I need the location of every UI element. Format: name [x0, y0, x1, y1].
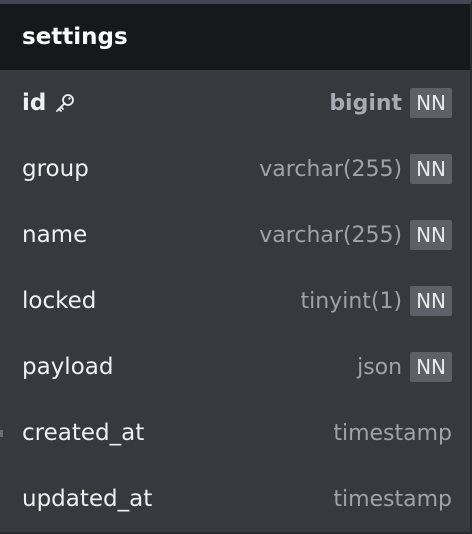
not-null-badge: NN	[410, 88, 452, 118]
column-type: varchar(255)	[259, 156, 403, 182]
column-row-locked[interactable]: locked tinyint(1) NN	[0, 268, 470, 334]
column-meta: varchar(255) NN	[259, 154, 452, 184]
table-card[interactable]: settings id bigint NN group varchar(255)…	[0, 0, 472, 534]
column-name: locked	[22, 288, 97, 314]
column-name-wrapper: id	[22, 90, 76, 116]
table-name: settings	[22, 24, 128, 50]
not-null-badge: NN	[410, 352, 452, 382]
column-type: varchar(255)	[259, 222, 403, 248]
column-row-updated-at[interactable]: updated_at timestamp	[0, 466, 470, 532]
key-icon	[54, 92, 76, 114]
column-type: timestamp	[333, 420, 452, 446]
column-name: name	[22, 222, 88, 248]
column-row-payload[interactable]: payload json NN	[0, 334, 470, 400]
column-type: bigint	[329, 90, 403, 116]
column-name: payload	[22, 354, 114, 380]
column-name: group	[22, 156, 89, 182]
column-meta: json NN	[357, 352, 452, 382]
column-meta: timestamp	[333, 421, 452, 446]
column-list: id bigint NN group varchar(255) NN name …	[0, 70, 470, 532]
column-type: timestamp	[333, 486, 452, 512]
column-meta: bigint NN	[329, 88, 452, 118]
column-name: created_at	[22, 420, 145, 446]
column-row-group[interactable]: group varchar(255) NN	[0, 136, 470, 202]
column-name: updated_at	[22, 486, 153, 512]
column-meta: timestamp	[333, 487, 452, 512]
column-meta: tinyint(1) NN	[301, 286, 452, 316]
column-name: id	[22, 90, 47, 116]
column-row-created-at[interactable]: created_at timestamp	[0, 400, 470, 466]
column-type: tinyint(1)	[300, 288, 403, 314]
relation-connector-stub	[0, 430, 3, 437]
not-null-badge: NN	[410, 286, 452, 316]
column-row-name[interactable]: name varchar(255) NN	[0, 202, 470, 268]
not-null-badge: NN	[410, 220, 452, 250]
column-row-id[interactable]: id bigint NN	[0, 70, 470, 136]
table-header[interactable]: settings	[0, 4, 470, 70]
not-null-badge: NN	[410, 154, 452, 184]
column-type: json	[357, 354, 403, 380]
column-meta: varchar(255) NN	[259, 220, 452, 250]
